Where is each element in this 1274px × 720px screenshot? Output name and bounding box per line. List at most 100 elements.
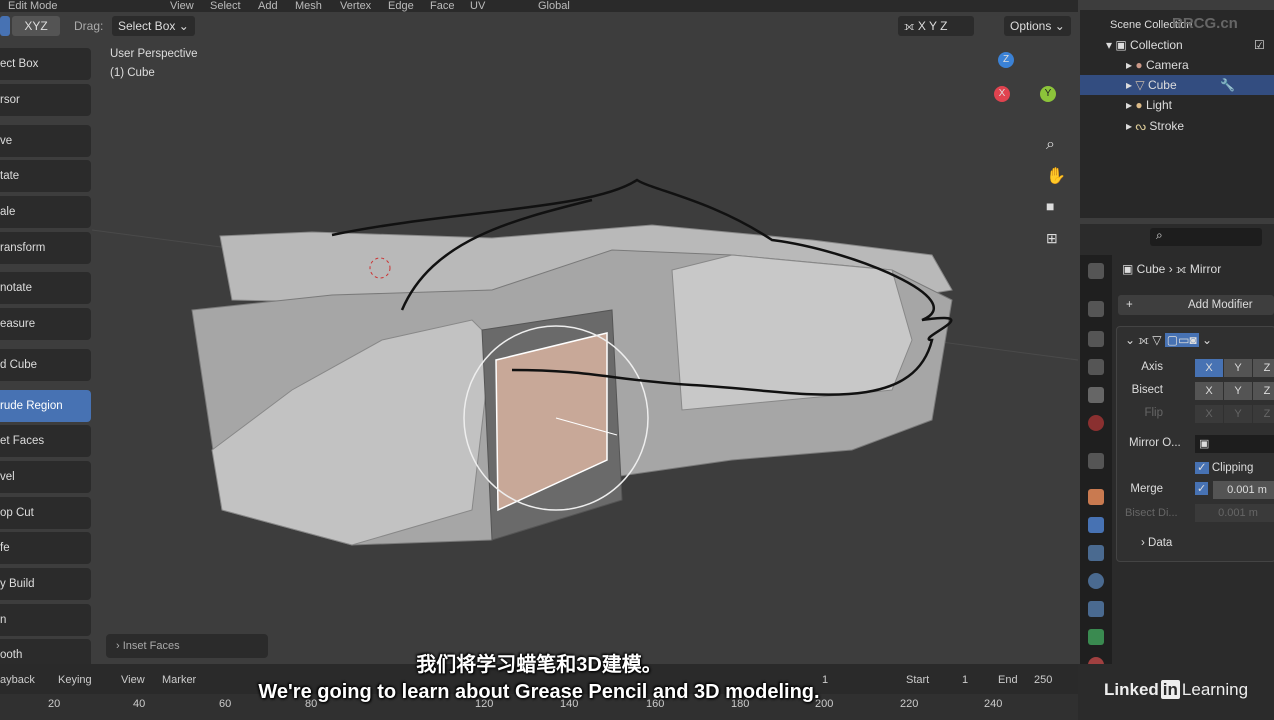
modifier-header-icons[interactable]: ⌄ ⟗ ▽ ▢▭◙ ⌄ <box>1125 333 1212 348</box>
tool-inset-faces[interactable]: et Faces <box>0 425 91 457</box>
3d-viewport[interactable]: User Perspective (1) Cube › Inset Faces … <box>92 40 1078 660</box>
tool-add-cube[interactable]: d Cube <box>0 349 91 381</box>
tool-header: XYZ Drag: Select Box ⌄ ⟗ X Y Z Options ⌄ <box>0 12 1078 40</box>
gizmo-y[interactable]: Y <box>1040 86 1056 102</box>
tool-knife[interactable]: fe <box>0 532 91 564</box>
tool-annotate[interactable]: notate <box>0 272 91 304</box>
properties-search[interactable]: ⌕ <box>1150 228 1262 246</box>
search-icon: ⌕ <box>1156 228 1163 242</box>
bisect-label: Bisect <box>1131 384 1163 396</box>
menu-add[interactable]: Add <box>258 0 278 12</box>
data-subpanel[interactable]: › Data <box>1141 537 1172 549</box>
merge-distance-field[interactable]: 0.001 m <box>1213 481 1274 499</box>
menu-face[interactable]: Face <box>430 0 454 12</box>
modifier-wrench-icon[interactable] <box>1088 517 1104 533</box>
tool-cursor[interactable]: rsor <box>0 84 91 116</box>
bisect-distance-label: Bisect Di... <box>1125 507 1178 519</box>
tool-spin[interactable]: n <box>0 604 91 636</box>
outliner-collection[interactable]: ▾ ▣ Collection ☑ <box>1080 35 1274 55</box>
outliner-item-light[interactable]: ▸ ● Light <box>1080 95 1274 115</box>
brand-area: Linked in Learning <box>1078 664 1274 720</box>
stroke-label: Stroke <box>1149 119 1185 133</box>
particles-tab-icon[interactable] <box>1088 545 1104 561</box>
grid-view-icon[interactable]: ⊞ <box>1046 230 1058 247</box>
tool-tab-icon[interactable] <box>1088 263 1104 279</box>
physics-tab-icon[interactable] <box>1088 573 1104 589</box>
camera-view-icon[interactable]: ■ <box>1046 198 1054 214</box>
hand-pan-icon[interactable]: ✋ <box>1046 166 1066 186</box>
checkbox-icon[interactable]: ☑ <box>1254 35 1265 55</box>
flip-label: Flip <box>1144 407 1163 419</box>
mirror-x[interactable]: X <box>918 19 926 33</box>
bisect-z[interactable]: Z <box>1253 382 1274 400</box>
mesh-view <box>92 178 1078 546</box>
bisect-y[interactable]: Y <box>1224 382 1252 400</box>
mirror-modifier-panel: ⌄ ⟗ ▽ ▢▭◙ ⌄ Axis X Y Z Bisect X Y Z Flip… <box>1116 326 1274 562</box>
tool-move[interactable]: ve <box>0 125 91 157</box>
mirror-z[interactable]: Z <box>940 19 947 33</box>
scene-tab-icon[interactable] <box>1088 387 1104 403</box>
flip-z: Z <box>1253 405 1274 423</box>
tool-select-box[interactable]: ect Box <box>0 48 91 80</box>
camera-label: Camera <box>1145 58 1189 72</box>
zoom-icon[interactable]: ⌕ <box>1046 136 1055 154</box>
drag-select-dropdown[interactable]: Select Box ⌄ <box>112 16 195 36</box>
bisect-x[interactable]: X <box>1195 382 1223 400</box>
orientation-dropdown[interactable]: Global <box>538 0 570 12</box>
clipping-checkbox[interactable]: ✓ Clipping <box>1195 460 1253 474</box>
subtitle-zh: 我们将学习蜡笔和3D建模。 <box>416 654 662 676</box>
mirror-y[interactable]: Y <box>929 19 937 33</box>
axis-y[interactable]: Y <box>1224 359 1252 377</box>
data-tab-icon[interactable] <box>1088 629 1104 645</box>
axis-x[interactable]: X <box>1195 359 1223 377</box>
tool-bevel[interactable]: vel <box>0 461 91 493</box>
mirror-object-field[interactable]: ▣ <box>1195 435 1274 453</box>
options-dropdown[interactable]: Options ⌄ <box>1004 16 1071 36</box>
xyz-toggle[interactable]: XYZ <box>12 16 60 36</box>
outliner-item-cube[interactable]: ▸ ▽ Cube 🔧 <box>1080 75 1274 95</box>
tool-shelf: ect Box rsor ve tate ale ransform notate… <box>0 44 92 671</box>
flip-x: X <box>1195 405 1223 423</box>
menu-edge[interactable]: Edge <box>388 0 414 12</box>
render-tab-icon[interactable] <box>1088 301 1104 317</box>
add-modifier-button[interactable]: + Add Modifier <box>1118 295 1274 315</box>
add-modifier-label: Add Modifier <box>1188 299 1253 311</box>
output-tab-icon[interactable] <box>1088 331 1104 347</box>
drag-value: Select Box <box>118 19 176 33</box>
tool-scale[interactable]: ale <box>0 196 91 228</box>
collection-tab-icon[interactable] <box>1088 453 1104 469</box>
menu-view[interactable]: View <box>170 0 194 12</box>
chevron-down-icon: ⌄ <box>178 19 189 33</box>
mirror-object-label: Mirror O... <box>1129 437 1181 449</box>
wrench-icon: 🔧 <box>1220 78 1235 92</box>
view-layer-tab-icon[interactable] <box>1088 359 1104 375</box>
world-tab-icon[interactable] <box>1088 415 1104 431</box>
tool-poly-build[interactable]: y Build <box>0 568 91 600</box>
tool-loop-cut[interactable]: op Cut <box>0 497 91 529</box>
breadcrumb-modifier: Mirror <box>1189 262 1222 276</box>
mode-dropdown[interactable]: Edit Mode <box>8 0 58 12</box>
mirror-axes[interactable]: ⟗ X Y Z <box>898 16 974 36</box>
outliner-item-stroke[interactable]: ▸ ᔓ Stroke <box>1080 116 1274 136</box>
light-label: Light <box>1145 98 1172 112</box>
menu-mesh[interactable]: Mesh <box>295 0 322 12</box>
object-tab-icon[interactable] <box>1088 489 1104 505</box>
tool-rotate[interactable]: tate <box>0 160 91 192</box>
collection-label: Collection <box>1130 38 1183 52</box>
menu-vertex[interactable]: Vertex <box>340 0 371 12</box>
gizmo-x[interactable]: X <box>994 86 1010 102</box>
top-menu-bar: Edit Mode View Select Add Mesh Vertex Ed… <box>0 0 1078 12</box>
mode-toggle[interactable] <box>0 16 10 36</box>
tool-extrude-region[interactable]: rude Region <box>0 390 91 422</box>
tool-measure[interactable]: easure <box>0 308 91 340</box>
tool-transform[interactable]: ransform <box>0 232 91 264</box>
merge-checkbox[interactable]: ✓ <box>1195 482 1209 495</box>
constraints-tab-icon[interactable] <box>1088 601 1104 617</box>
outliner-item-camera[interactable]: ▸ ● Camera <box>1080 55 1274 75</box>
menu-select[interactable]: Select <box>210 0 241 12</box>
axis-z[interactable]: Z <box>1253 359 1274 377</box>
menu-uv[interactable]: UV <box>470 0 485 12</box>
plus-icon: + <box>1126 299 1133 311</box>
gizmo-z[interactable]: Z <box>998 52 1014 68</box>
drag-label: Drag: <box>74 19 104 33</box>
